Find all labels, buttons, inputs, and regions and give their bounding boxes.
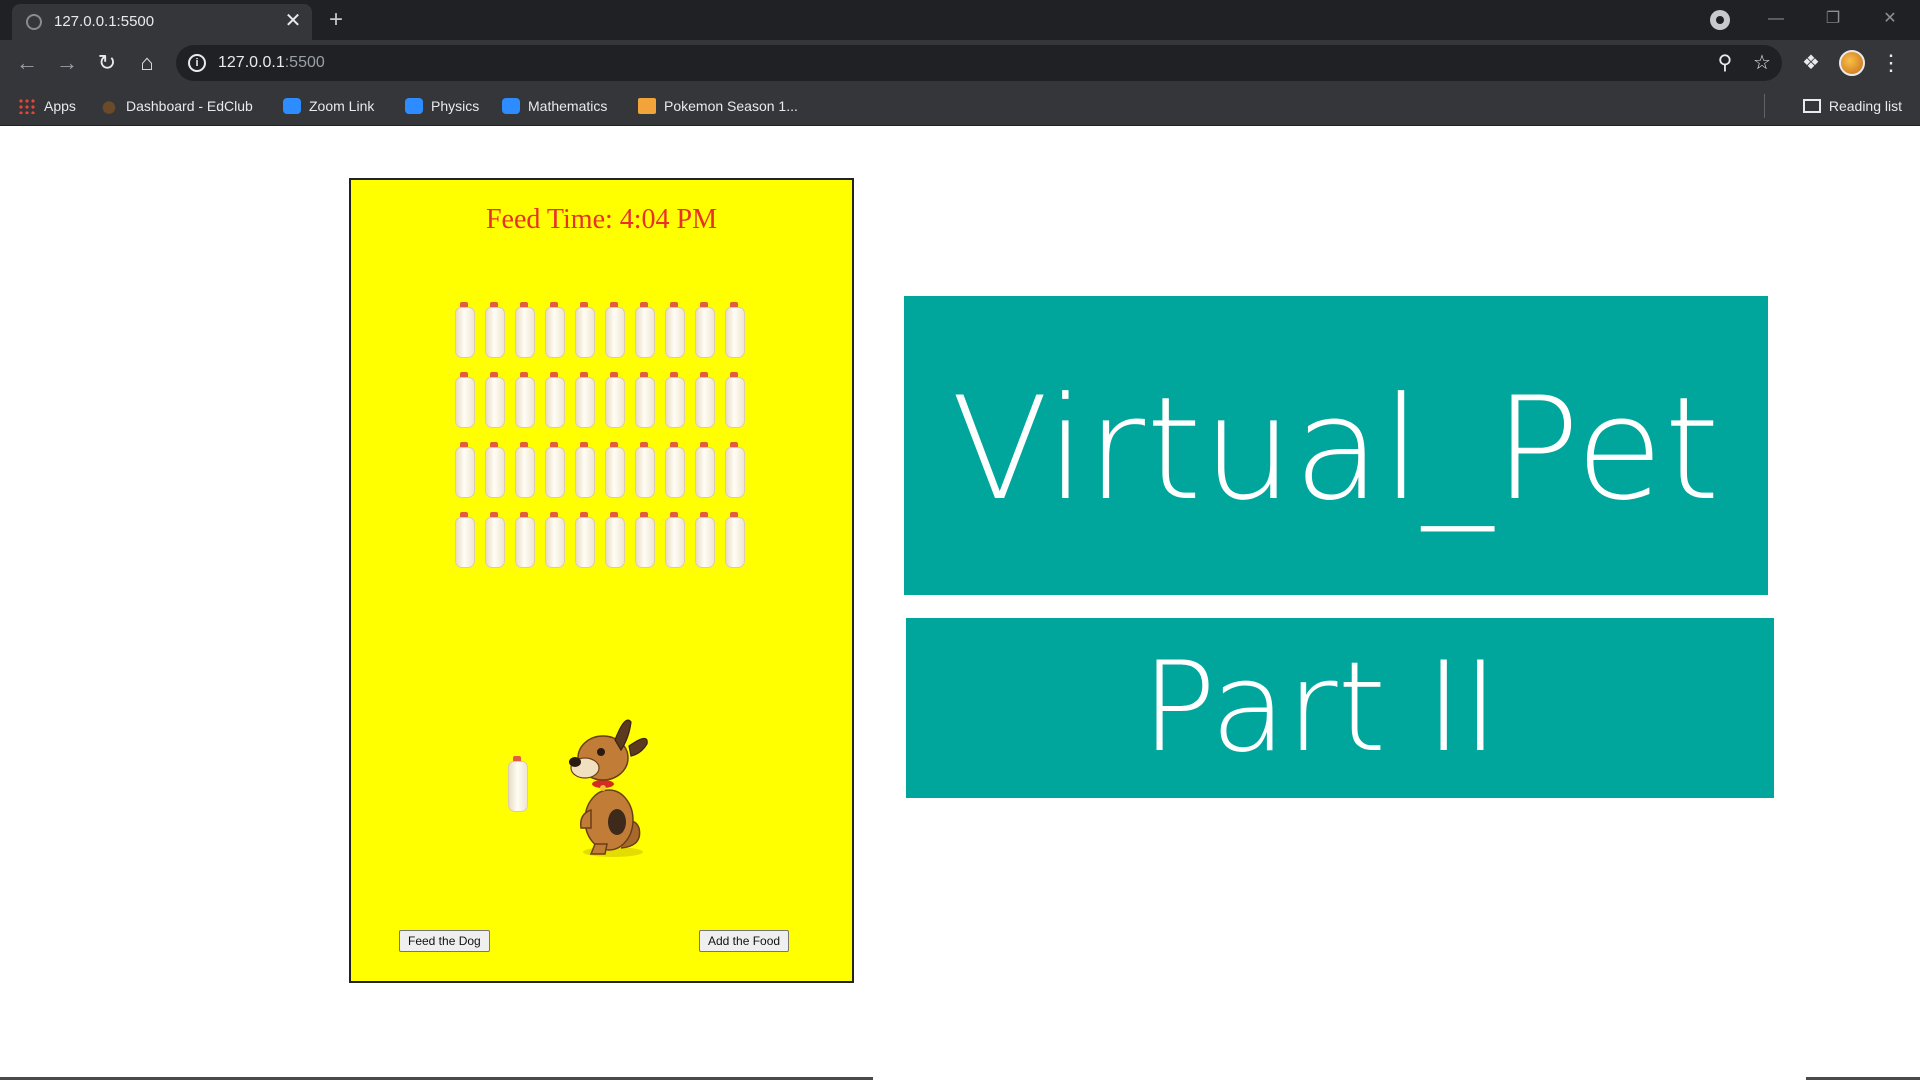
bookmarks-divider — [1764, 94, 1765, 118]
milk-bottle-icon — [575, 372, 595, 428]
bookmarks-bar: Apps Dashboard - EdClub Zoom Link Physic… — [0, 86, 1920, 126]
apps-grid-icon — [18, 98, 36, 114]
bookmark-pokemon[interactable]: Pokemon Season 1... — [638, 96, 798, 116]
close-window-button[interactable]: ✕ — [1870, 4, 1910, 34]
bookmark-apps[interactable]: Apps — [18, 96, 76, 116]
title-banner: Virtual_Pet — [904, 296, 1768, 595]
url-port: :5500 — [284, 54, 325, 71]
tab-strip: 127.0.0.1:5500 ✕ + — ❐ ✕ — [0, 0, 1920, 40]
minimize-button[interactable]: — — [1756, 4, 1796, 34]
milk-bottle-icon — [455, 302, 475, 358]
zoom-icon — [502, 98, 520, 114]
milk-bottle-icon — [725, 442, 745, 498]
reload-icon[interactable]: ↻ — [92, 49, 122, 77]
milk-bottle-icon — [485, 372, 505, 428]
zoom-icon — [283, 98, 301, 114]
bookmark-zoom-link[interactable]: Zoom Link — [283, 96, 374, 116]
milk-bottle-icon — [575, 512, 595, 568]
forward-arrow-icon[interactable]: → — [52, 49, 82, 77]
reading-list-icon — [1802, 99, 1821, 113]
milk-bottle-icon — [665, 512, 685, 568]
milk-bottle-icon — [575, 302, 595, 358]
milk-bottle-icon — [545, 512, 565, 568]
milk-bottle-icon — [508, 756, 528, 812]
edclub-icon — [100, 98, 118, 114]
bookmark-mathematics[interactable]: Mathematics — [502, 96, 607, 116]
zoom-search-icon[interactable]: ⚲ — [1713, 51, 1737, 75]
milk-bottle-icon — [545, 372, 565, 428]
milk-bottle-icon — [695, 512, 715, 568]
bookmark-label: Physics — [431, 98, 480, 114]
profile-avatar[interactable] — [1839, 50, 1865, 76]
extensions-puzzle-icon[interactable]: ❖ — [1797, 49, 1825, 77]
milk-bottle-stock — [449, 302, 749, 582]
milk-bottle-icon — [605, 442, 625, 498]
browser-tab[interactable]: 127.0.0.1:5500 ✕ — [12, 4, 312, 40]
milk-bottle-icon — [635, 442, 655, 498]
milk-bottle-icon — [515, 442, 535, 498]
milk-bottle-icon — [665, 442, 685, 498]
home-icon[interactable]: ⌂ — [132, 49, 162, 77]
address-bar[interactable]: i 127.0.0.1:5500 ⚲ ☆ — [176, 45, 1782, 81]
milk-bottle-icon — [665, 372, 685, 428]
banner-title-text: Virtual_Pet — [951, 367, 1721, 532]
bookmark-label: Mathematics — [528, 98, 608, 114]
browser-toolbar: ← → ↻ ⌂ i 127.0.0.1:5500 ⚲ ☆ — [0, 40, 1920, 86]
bookmark-label: Zoom Link — [309, 98, 375, 114]
feed-time-text: Feed Time: 4:04 PM — [485, 204, 718, 235]
milk-bottle-icon — [695, 442, 715, 498]
milk-bottle-icon — [455, 372, 475, 428]
reading-list-button[interactable]: Reading list — [1802, 96, 1902, 116]
dog-icon — [569, 719, 648, 857]
milk-bottle-icon — [725, 302, 745, 358]
menu-kebab-icon[interactable]: ⋮ — [1880, 49, 1902, 77]
bookmark-edclub[interactable]: Dashboard - EdClub — [100, 96, 253, 116]
site-info-icon[interactable]: i — [188, 54, 206, 72]
profile-indicator-icon[interactable] — [1710, 10, 1730, 30]
milk-bottle-icon — [725, 372, 745, 428]
new-tab-button[interactable]: + — [322, 6, 350, 34]
milk-bottle-icon — [665, 302, 685, 358]
reading-list-label: Reading list — [1828, 98, 1902, 114]
milk-bottle-icon — [635, 512, 655, 568]
bookmark-physics[interactable]: Physics — [405, 96, 479, 116]
milk-bottle-icon — [545, 302, 565, 358]
milk-bottle-icon — [695, 372, 715, 428]
milk-bottle-icon — [635, 372, 655, 428]
milk-bottle-icon — [575, 442, 595, 498]
globe-icon — [26, 14, 42, 30]
bookmark-label: Dashboard - EdClub — [126, 98, 253, 114]
milk-bottle-icon — [725, 512, 745, 568]
milk-bottle-icon — [635, 302, 655, 358]
url-text: 127.0.0.1:5500 — [218, 54, 325, 72]
restore-button[interactable]: ❐ — [1813, 4, 1853, 34]
bookmark-label: Apps — [44, 98, 76, 114]
game-canvas[interactable]: Feed Time: 4:04 PM Feed the Dog Add the … — [349, 178, 854, 983]
pokemon-icon — [638, 98, 656, 114]
milk-bottle-icon — [485, 512, 505, 568]
milk-bottle-icon — [515, 372, 535, 428]
zoom-icon — [405, 98, 423, 114]
milk-bottle-icon — [605, 372, 625, 428]
milk-bottle-icon — [455, 512, 475, 568]
banner-subtitle-text: Part II — [1141, 636, 1499, 780]
subtitle-banner: Part II — [906, 618, 1774, 798]
close-tab-icon[interactable]: ✕ — [282, 10, 304, 32]
milk-bottle-icon — [515, 302, 535, 358]
milk-bottle-icon — [455, 442, 475, 498]
bookmark-star-icon[interactable]: ☆ — [1750, 51, 1774, 75]
url-host: 127.0.0.1 — [218, 54, 285, 71]
milk-bottle-icon — [605, 512, 625, 568]
bookmark-label: Pokemon Season 1... — [664, 98, 798, 114]
milk-bottle-icon — [545, 442, 565, 498]
milk-bottle-icon — [605, 302, 625, 358]
milk-bottle-icon — [515, 512, 535, 568]
milk-bottle-icon — [695, 302, 715, 358]
add-the-food-button[interactable]: Add the Food — [699, 930, 790, 952]
milk-bottle-icon — [485, 442, 505, 498]
milk-bottle-icon — [485, 302, 505, 358]
feed-the-dog-button[interactable]: Feed the Dog — [399, 930, 490, 952]
back-arrow-icon[interactable]: ← — [12, 49, 42, 77]
tab-title: 127.0.0.1:5500 — [54, 13, 155, 30]
